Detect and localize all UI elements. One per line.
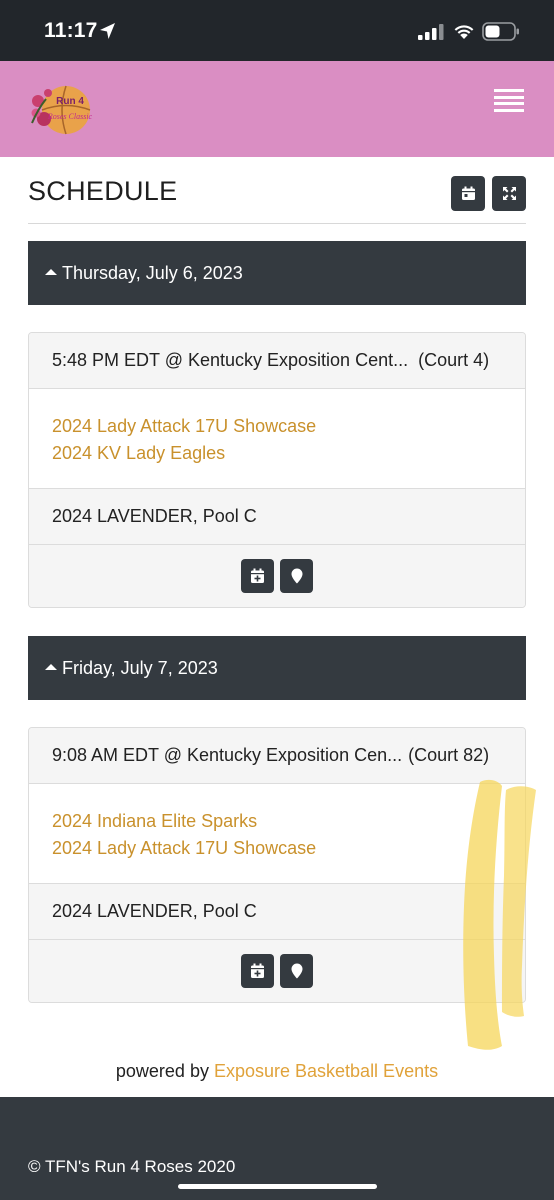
map-marker-icon <box>291 568 302 584</box>
add-to-calendar-button[interactable] <box>241 954 274 988</box>
site-header: Run 4 Roses Classic <box>0 61 554 157</box>
add-to-calendar-button[interactable] <box>241 559 274 593</box>
game-pool: 2024 LAVENDER, Pool C <box>29 489 525 545</box>
game-card: 9:08 AM EDT @ Kentucky Exposition Cen...… <box>28 727 526 1003</box>
add-to-calendar-icon <box>251 568 264 583</box>
day-header-thursday[interactable]: Thursday, July 6, 2023 <box>28 241 526 305</box>
expand-icon <box>502 187 516 200</box>
cellular-signal-icon <box>418 24 444 40</box>
battery-icon <box>482 22 519 41</box>
game-court: (Court 82) <box>408 745 490 765</box>
run-4-roses-logo[interactable]: Run 4 Roses Classic <box>28 79 100 139</box>
home-indicator[interactable] <box>178 1184 377 1189</box>
status-bar: 11:17 <box>0 0 554 61</box>
game-time-location-text: 9:08 AM EDT @ Kentucky Exposition Cen... <box>52 745 403 765</box>
game-teams: 2024 Lady Attack 17U Showcase 2024 KV La… <box>29 389 525 489</box>
svg-text:Roses Classic: Roses Classic <box>47 112 93 121</box>
hamburger-menu-icon[interactable] <box>494 89 526 117</box>
exposure-events-link[interactable]: Exposure Basketball Events <box>214 1061 438 1081</box>
day-label: Friday, July 7, 2023 <box>62 657 218 678</box>
svg-text:Run 4: Run 4 <box>56 96 84 107</box>
calendar-icon <box>461 186 475 200</box>
wifi-icon <box>454 25 474 39</box>
day-header-friday[interactable]: Friday, July 7, 2023 <box>28 636 526 700</box>
caret-up-icon <box>45 269 57 275</box>
title-divider <box>28 223 526 224</box>
powered-by-prefix: powered by <box>115 1061 209 1081</box>
page-title: SCHEDULE <box>28 176 178 206</box>
team-link[interactable]: 2024 Indiana Elite Sparks <box>52 808 525 835</box>
team-link[interactable]: 2024 Lady Attack 17U Showcase <box>52 835 525 862</box>
copyright-text: © TFN's Run 4 Roses 2020 <box>28 1157 236 1176</box>
caret-up-icon <box>45 664 57 670</box>
game-time-location: 5:48 PM EDT @ Kentucky Exposition Cent..… <box>29 333 525 389</box>
game-card: 5:48 PM EDT @ Kentucky Exposition Cent..… <box>28 332 526 608</box>
map-marker-icon <box>291 963 302 979</box>
game-time-location: 9:08 AM EDT @ Kentucky Exposition Cen...… <box>29 728 525 784</box>
expand-button[interactable] <box>492 176 526 211</box>
team-link[interactable]: 2024 KV Lady Eagles <box>52 440 525 467</box>
map-marker-button[interactable] <box>280 954 313 988</box>
calendar-button[interactable] <box>451 176 485 211</box>
powered-by: powered by Exposure Basketball Events <box>0 1061 554 1082</box>
add-to-calendar-icon <box>251 963 264 978</box>
location-arrow-icon <box>100 23 115 39</box>
map-marker-button[interactable] <box>280 559 313 593</box>
game-time-location-text: 5:48 PM EDT @ Kentucky Exposition Cent..… <box>52 350 409 370</box>
game-court: (Court 4) <box>418 350 490 370</box>
day-label: Thursday, July 6, 2023 <box>62 262 243 283</box>
game-actions <box>29 940 525 1002</box>
game-actions <box>29 545 525 607</box>
game-teams: 2024 Indiana Elite Sparks 2024 Lady Atta… <box>29 784 525 884</box>
status-time: 11:17 <box>44 19 98 42</box>
team-link[interactable]: 2024 Lady Attack 17U Showcase <box>52 413 525 440</box>
game-pool: 2024 LAVENDER, Pool C <box>29 884 525 940</box>
